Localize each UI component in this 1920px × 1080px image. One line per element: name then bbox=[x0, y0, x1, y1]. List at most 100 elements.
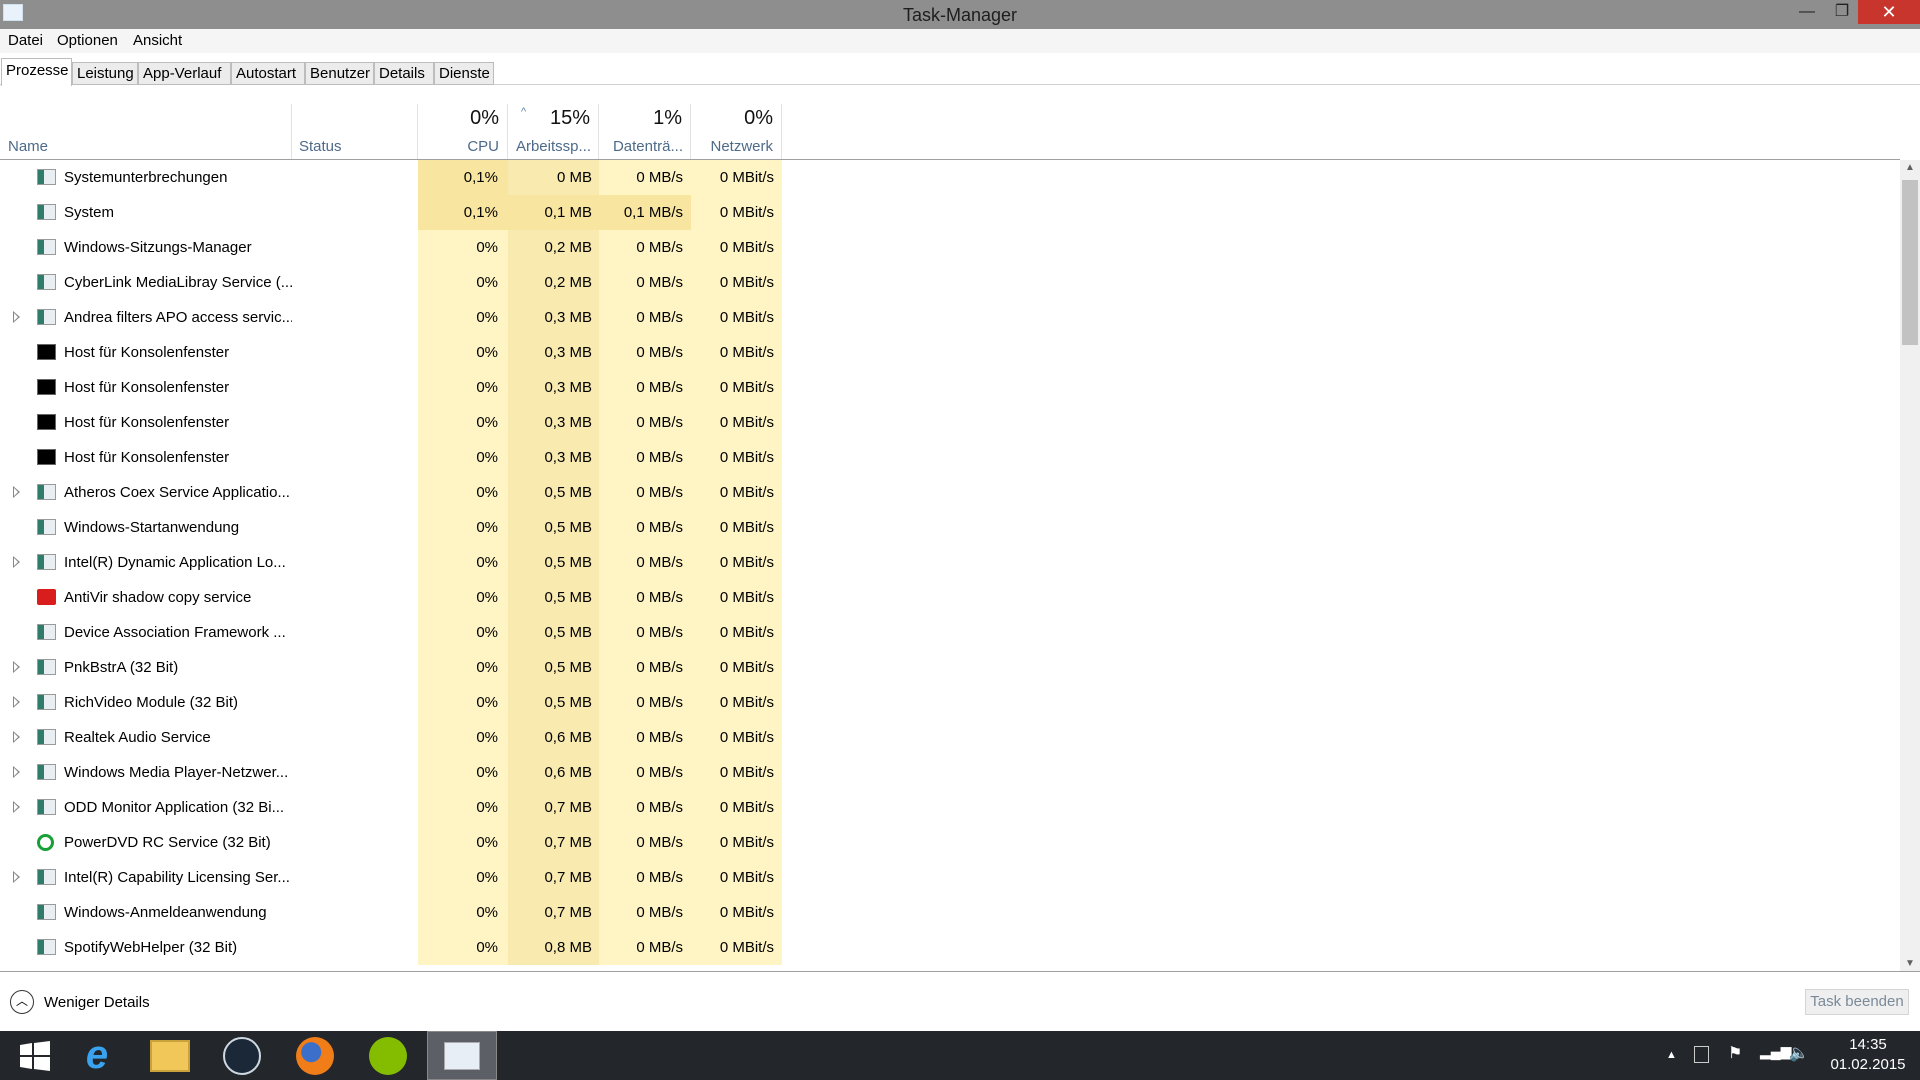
process-net: 0 MBit/s bbox=[691, 545, 782, 580]
process-row[interactable]: PnkBstrA (32 Bit)0%0,5 MB0 MB/s0 MBit/s bbox=[0, 650, 1900, 685]
steam-icon[interactable] bbox=[207, 1031, 277, 1080]
process-row[interactable]: Windows Media Player-Netzwer...0%0,6 MB0… bbox=[0, 755, 1900, 790]
menu-datei[interactable]: Datei bbox=[8, 32, 43, 49]
expand-chevron-icon[interactable] bbox=[13, 556, 20, 568]
scrollbar-thumb[interactable] bbox=[1902, 180, 1918, 345]
process-row[interactable]: Device Association Framework ...0%0,5 MB… bbox=[0, 615, 1900, 650]
expand-chevron-icon[interactable] bbox=[13, 696, 20, 708]
spotify-icon[interactable] bbox=[353, 1031, 423, 1080]
console-process-icon bbox=[37, 449, 56, 465]
expand-chevron-icon[interactable] bbox=[13, 486, 20, 498]
process-row[interactable]: Host für Konsolenfenster0%0,3 MB0 MB/s0 … bbox=[0, 405, 1900, 440]
process-name: Host für Konsolenfenster bbox=[64, 440, 292, 475]
process-disk: 0 MB/s bbox=[599, 440, 691, 475]
process-row[interactable]: RichVideo Module (32 Bit)0%0,5 MB0 MB/s0… bbox=[0, 685, 1900, 720]
process-row[interactable]: Intel(R) Capability Licensing Ser...0%0,… bbox=[0, 860, 1900, 895]
sort-ascending-icon: ^ bbox=[521, 106, 526, 118]
expand-chevron-icon[interactable] bbox=[13, 311, 20, 323]
column-memory[interactable]: ^ 15% Arbeitssp... bbox=[508, 104, 599, 159]
process-row[interactable]: Systemunterbrechungen0,1%0 MB0 MB/s0 MBi… bbox=[0, 160, 1900, 195]
process-cpu: 0% bbox=[418, 580, 508, 615]
process-mem: 0,5 MB bbox=[508, 510, 599, 545]
file-explorer-icon[interactable] bbox=[135, 1031, 205, 1080]
window-process-icon bbox=[37, 624, 56, 640]
process-row[interactable]: System0,1%0,1 MB0,1 MB/s0 MBit/s bbox=[0, 195, 1900, 230]
tab-prozesse[interactable]: Prozesse bbox=[1, 58, 72, 86]
minimize-button[interactable]: — bbox=[1790, 0, 1824, 24]
process-row[interactable]: Realtek Audio Service0%0,6 MB0 MB/s0 MBi… bbox=[0, 720, 1900, 755]
process-mem: 0,5 MB bbox=[508, 615, 599, 650]
firefox-icon[interactable] bbox=[280, 1031, 350, 1080]
process-row[interactable]: Intel(R) Dynamic Application Lo...0%0,5 … bbox=[0, 545, 1900, 580]
tab-app-verlauf[interactable]: App-Verlauf bbox=[138, 62, 231, 85]
column-name[interactable]: Name bbox=[0, 104, 292, 159]
window-process-icon bbox=[37, 694, 56, 710]
process-mem: 0,7 MB bbox=[508, 860, 599, 895]
process-row[interactable]: ODD Monitor Application (32 Bi...0%0,7 M… bbox=[0, 790, 1900, 825]
process-name: Host für Konsolenfenster bbox=[64, 370, 292, 405]
flag-icon[interactable]: ⚑ bbox=[1728, 1043, 1742, 1063]
window-process-icon bbox=[37, 274, 56, 290]
process-row[interactable]: Windows-Startanwendung0%0,5 MB0 MB/s0 MB… bbox=[0, 510, 1900, 545]
tab-details[interactable]: Details bbox=[374, 62, 434, 85]
process-name: Realtek Audio Service bbox=[64, 720, 292, 755]
menu-ansicht[interactable]: Ansicht bbox=[133, 32, 182, 49]
expand-chevron-icon[interactable] bbox=[13, 801, 20, 813]
tab-autostart[interactable]: Autostart bbox=[231, 62, 305, 85]
clock[interactable]: 14:35 01.02.2015 bbox=[1820, 1035, 1916, 1075]
process-disk: 0 MB/s bbox=[599, 370, 691, 405]
column-network[interactable]: 0% Netzwerk bbox=[691, 104, 782, 159]
process-mem: 0,5 MB bbox=[508, 650, 599, 685]
volume-icon[interactable]: 🔈 bbox=[1789, 1043, 1809, 1063]
maximize-button[interactable]: ❐ bbox=[1825, 0, 1859, 24]
process-disk: 0 MB/s bbox=[599, 755, 691, 790]
process-disk: 0 MB/s bbox=[599, 895, 691, 930]
process-row[interactable]: Host für Konsolenfenster0%0,3 MB0 MB/s0 … bbox=[0, 370, 1900, 405]
window-process-icon bbox=[37, 659, 56, 675]
close-button[interactable]: ✕ bbox=[1858, 0, 1920, 24]
network-signal-icon[interactable]: ▂▄▆ bbox=[1760, 1043, 1791, 1060]
expand-chevron-icon[interactable] bbox=[13, 871, 20, 883]
process-name: ODD Monitor Application (32 Bi... bbox=[64, 790, 292, 825]
process-row[interactable]: Windows-Sitzungs-Manager0%0,2 MB0 MB/s0 … bbox=[0, 230, 1900, 265]
process-disk: 0 MB/s bbox=[599, 580, 691, 615]
process-row[interactable]: PowerDVD RC Service (32 Bit)0%0,7 MB0 MB… bbox=[0, 825, 1900, 860]
process-cpu: 0% bbox=[418, 755, 508, 790]
expand-chevron-icon[interactable] bbox=[13, 731, 20, 743]
column-status[interactable]: Status bbox=[292, 104, 418, 159]
process-disk: 0 MB/s bbox=[599, 825, 691, 860]
show-hidden-icons-icon[interactable]: ▲ bbox=[1666, 1049, 1677, 1061]
process-row[interactable]: Windows-Anmeldeanwendung0%0,7 MB0 MB/s0 … bbox=[0, 895, 1900, 930]
cpu-total: 0% bbox=[470, 107, 499, 130]
process-row[interactable]: Andrea filters APO access servic...0%0,3… bbox=[0, 300, 1900, 335]
scroll-up-icon[interactable]: ▲ bbox=[1900, 162, 1920, 173]
column-disk[interactable]: 1% Datenträ... bbox=[599, 104, 691, 159]
process-disk: 0 MB/s bbox=[599, 335, 691, 370]
expand-chevron-icon[interactable] bbox=[13, 766, 20, 778]
process-row[interactable]: SpotifyWebHelper (32 Bit)0%0,8 MB0 MB/s0… bbox=[0, 930, 1900, 965]
process-cpu: 0% bbox=[418, 790, 508, 825]
vertical-scrollbar[interactable]: ▲ ▼ bbox=[1900, 160, 1920, 971]
process-disk: 0 MB/s bbox=[599, 545, 691, 580]
process-row[interactable]: AntiVir shadow copy service0%0,5 MB0 MB/… bbox=[0, 580, 1900, 615]
process-row[interactable]: CyberLink MediaLibray Service (...0%0,2 … bbox=[0, 265, 1900, 300]
tab-leistung[interactable]: Leistung bbox=[72, 62, 138, 85]
task-manager-taskbar-icon[interactable] bbox=[427, 1031, 497, 1080]
expand-chevron-icon[interactable] bbox=[13, 661, 20, 673]
action-center-icon[interactable] bbox=[1694, 1046, 1709, 1063]
start-icon[interactable] bbox=[0, 1031, 70, 1080]
fewer-details-button[interactable]: ︿ Weniger Details bbox=[10, 990, 150, 1014]
process-net: 0 MBit/s bbox=[691, 825, 782, 860]
process-cpu: 0% bbox=[418, 230, 508, 265]
process-mem: 0,6 MB bbox=[508, 720, 599, 755]
menu-optionen[interactable]: Optionen bbox=[57, 32, 118, 49]
process-row[interactable]: Host für Konsolenfenster0%0,3 MB0 MB/s0 … bbox=[0, 335, 1900, 370]
internet-explorer-icon[interactable]: e bbox=[62, 1031, 132, 1080]
tab-benutzer[interactable]: Benutzer bbox=[305, 62, 374, 85]
scroll-down-icon[interactable]: ▼ bbox=[1900, 958, 1920, 969]
process-row[interactable]: Host für Konsolenfenster0%0,3 MB0 MB/s0 … bbox=[0, 440, 1900, 475]
column-cpu[interactable]: 0% CPU bbox=[418, 104, 508, 159]
end-task-button[interactable]: Task beenden bbox=[1805, 989, 1909, 1015]
tab-dienste[interactable]: Dienste bbox=[434, 62, 494, 85]
process-row[interactable]: Atheros Coex Service Applicatio...0%0,5 … bbox=[0, 475, 1900, 510]
